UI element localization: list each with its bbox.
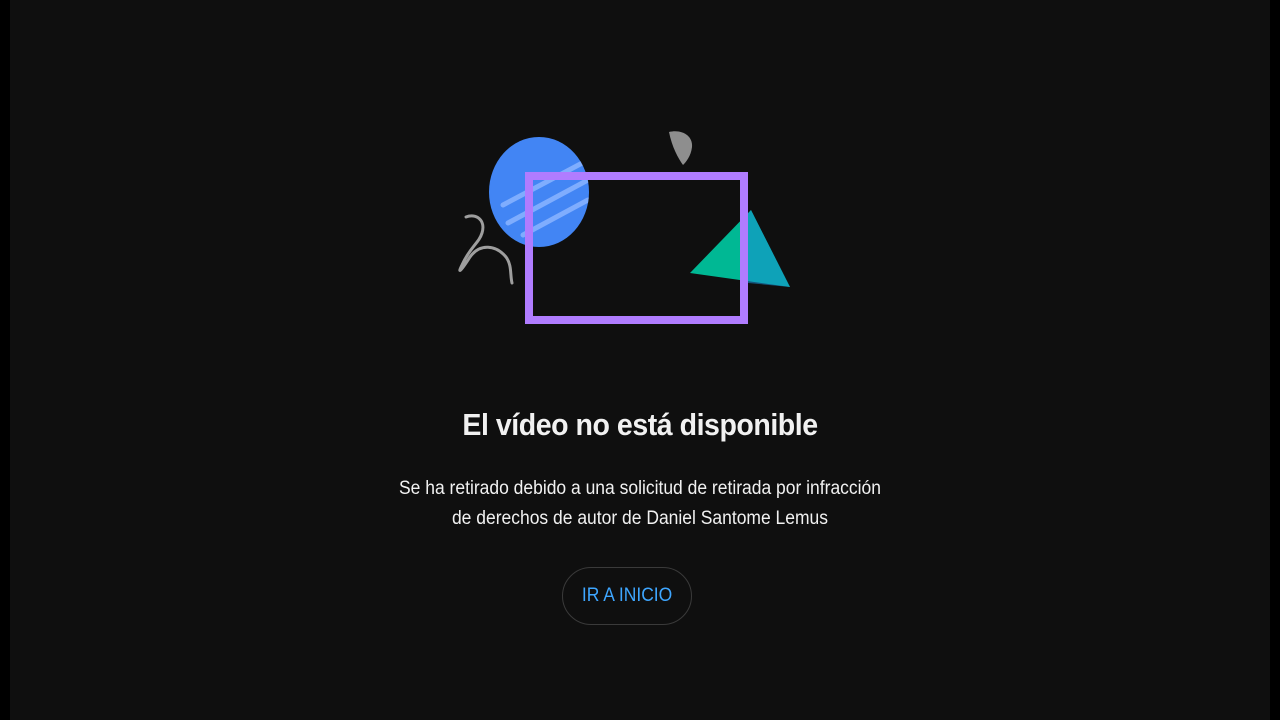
error-title: El vídeo no está disponible — [462, 407, 818, 442]
blue-circle-icon — [489, 137, 589, 247]
page-background: El vídeo no está disponible Se ha retira… — [10, 0, 1270, 720]
video-unavailable-illustration — [458, 131, 790, 324]
drop-shape-icon — [669, 131, 693, 165]
error-description: Se ha retirado debido a una solicitud de… — [60, 474, 1219, 534]
go-home-button[interactable]: IR A INICIO — [562, 567, 692, 625]
error-description-line: Se ha retirado debido a una solicitud de… — [399, 478, 881, 499]
error-description-line: de derechos de autor de Daniel Santome L… — [451, 508, 829, 529]
go-home-button-label: IR A INICIO — [581, 585, 673, 606]
